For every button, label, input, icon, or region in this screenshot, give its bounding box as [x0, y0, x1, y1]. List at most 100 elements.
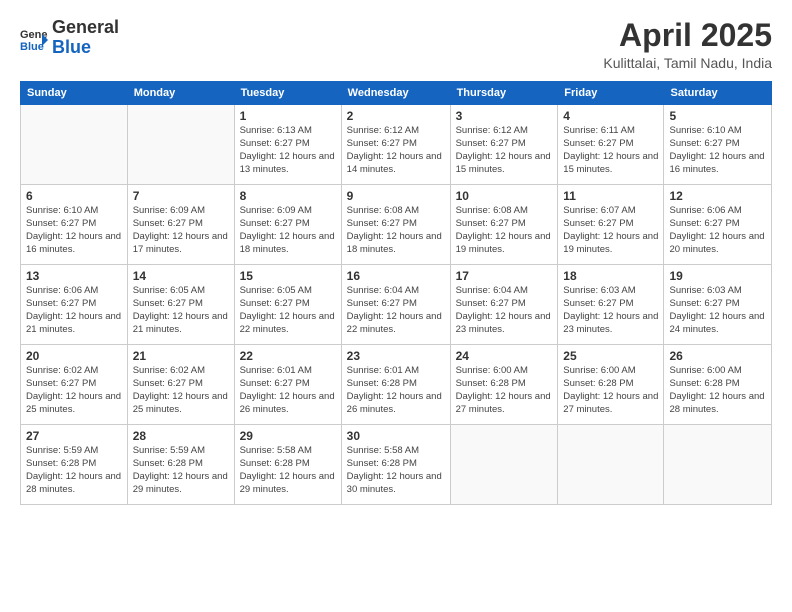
- day-number: 7: [133, 189, 229, 203]
- calendar-cell: 23Sunrise: 6:01 AM Sunset: 6:28 PM Dayli…: [341, 345, 450, 425]
- day-number: 13: [26, 269, 122, 283]
- day-detail: Sunrise: 6:06 AM Sunset: 6:27 PM Dayligh…: [669, 205, 766, 256]
- calendar-cell: 27Sunrise: 5:59 AM Sunset: 6:28 PM Dayli…: [21, 425, 128, 505]
- calendar-week-row: 1Sunrise: 6:13 AM Sunset: 6:27 PM Daylig…: [21, 105, 772, 185]
- calendar-cell: 26Sunrise: 6:00 AM Sunset: 6:28 PM Dayli…: [664, 345, 772, 425]
- logo-blue: Blue: [52, 38, 119, 58]
- day-detail: Sunrise: 6:01 AM Sunset: 6:27 PM Dayligh…: [240, 365, 336, 416]
- calendar-cell: 30 Sunrise: 5:58 AM Sunset: 6:28 PM Dayli…: [341, 425, 450, 505]
- page: General Blue General Blue April 2025 Kul…: [0, 0, 792, 612]
- calendar-cell: 14 Sunrise: 6:05 AM Sunset: 6:27 PM Dayli…: [127, 265, 234, 345]
- day-detail: Sunrise: 6:06 AM Sunset: 6:27 PM Dayligh…: [26, 285, 122, 336]
- calendar-cell: 17 Sunrise: 6:04 AM Sunset: 6:27 PM Dayli…: [450, 265, 558, 345]
- day-detail: Sunrise: 6:07 AM Sunset: 6:27 PM Dayligh…: [563, 205, 658, 256]
- day-detail: Sunrise: 6:11 AM Sunset: 6:27 PM Dayligh…: [563, 125, 658, 176]
- svg-text:Blue: Blue: [20, 41, 44, 52]
- day-detail: Sunrise: 6:03 AM Sunset: 6:27 PM Dayligh…: [669, 285, 766, 336]
- day-number: 28: [133, 429, 229, 443]
- logo: General Blue General Blue: [20, 18, 119, 58]
- day-number: 8: [240, 189, 336, 203]
- day-number: 29: [240, 429, 336, 443]
- day-number: 20: [26, 349, 122, 363]
- logo-text: General Blue: [52, 18, 119, 58]
- calendar-cell: 16Sunrise: 6:04 AM Sunset: 6:27 PM Dayli…: [341, 265, 450, 345]
- month-title: April 2025: [603, 18, 772, 53]
- calendar-cell: 5Sunrise: 6:10 AM Sunset: 6:27 PM Daylig…: [664, 105, 772, 185]
- calendar-cell: 7 Sunrise: 6:09 AM Sunset: 6:27 PM Daylig…: [127, 185, 234, 265]
- day-number: 4: [563, 109, 658, 123]
- header-monday: Monday: [127, 82, 234, 105]
- calendar-cell: 13 Sunrise: 6:06 AM Sunset: 6:27 PM Dayli…: [21, 265, 128, 345]
- day-detail: Sunrise: 5:58 AM Sunset: 6:28 PM Dayligh…: [240, 445, 336, 496]
- calendar-cell: [558, 425, 664, 505]
- day-detail: Sunrise: 6:03 AM Sunset: 6:27 PM Dayligh…: [563, 285, 658, 336]
- calendar-cell: 1Sunrise: 6:13 AM Sunset: 6:27 PM Daylig…: [234, 105, 341, 185]
- header-sunday: Sunday: [21, 82, 128, 105]
- day-detail: Sunrise: 5:59 AM Sunset: 6:28 PM Dayligh…: [133, 445, 229, 496]
- day-number: 9: [347, 189, 445, 203]
- calendar-week-row: 6 Sunrise: 6:10 AM Sunset: 6:27 PM Daylig…: [21, 185, 772, 265]
- logo-icon: General Blue: [20, 24, 48, 52]
- calendar-cell: 19 Sunrise: 6:03 AM Sunset: 6:27 PM Dayli…: [664, 265, 772, 345]
- day-detail: Sunrise: 6:09 AM Sunset: 6:27 PM Dayligh…: [133, 205, 229, 256]
- calendar-cell: 6 Sunrise: 6:10 AM Sunset: 6:27 PM Daylig…: [21, 185, 128, 265]
- header-area: General Blue General Blue April 2025 Kul…: [20, 18, 772, 71]
- day-number: 6: [26, 189, 122, 203]
- day-detail: Sunrise: 6:10 AM Sunset: 6:27 PM Dayligh…: [26, 205, 122, 256]
- calendar-cell: [450, 425, 558, 505]
- calendar-cell: 18 Sunrise: 6:03 AM Sunset: 6:27 PM Dayli…: [558, 265, 664, 345]
- day-detail: Sunrise: 6:02 AM Sunset: 6:27 PM Dayligh…: [133, 365, 229, 416]
- calendar-cell: [21, 105, 128, 185]
- day-number: 14: [133, 269, 229, 283]
- day-detail: Sunrise: 6:12 AM Sunset: 6:27 PM Dayligh…: [347, 125, 445, 176]
- day-number: 11: [563, 189, 658, 203]
- day-number: 12: [669, 189, 766, 203]
- calendar-cell: 20 Sunrise: 6:02 AM Sunset: 6:27 PM Dayli…: [21, 345, 128, 425]
- day-detail: Sunrise: 6:13 AM Sunset: 6:27 PM Dayligh…: [240, 125, 336, 176]
- header-friday: Friday: [558, 82, 664, 105]
- day-number: 17: [456, 269, 553, 283]
- day-number: 10: [456, 189, 553, 203]
- calendar-week-row: 20 Sunrise: 6:02 AM Sunset: 6:27 PM Dayli…: [21, 345, 772, 425]
- day-detail: Sunrise: 6:04 AM Sunset: 6:27 PM Dayligh…: [456, 285, 553, 336]
- calendar-cell: 9Sunrise: 6:08 AM Sunset: 6:27 PM Daylig…: [341, 185, 450, 265]
- day-number: 26: [669, 349, 766, 363]
- day-number: 30: [347, 429, 445, 443]
- calendar-cell: 3 Sunrise: 6:12 AM Sunset: 6:27 PM Daylig…: [450, 105, 558, 185]
- calendar-cell: 29 Sunrise: 5:58 AM Sunset: 6:28 PM Dayli…: [234, 425, 341, 505]
- calendar-cell: 4 Sunrise: 6:11 AM Sunset: 6:27 PM Daylig…: [558, 105, 664, 185]
- calendar-cell: 15Sunrise: 6:05 AM Sunset: 6:27 PM Dayli…: [234, 265, 341, 345]
- day-detail: Sunrise: 6:10 AM Sunset: 6:27 PM Dayligh…: [669, 125, 766, 176]
- day-detail: Sunrise: 6:01 AM Sunset: 6:28 PM Dayligh…: [347, 365, 445, 416]
- day-number: 19: [669, 269, 766, 283]
- calendar-header-row: Sunday Monday Tuesday Wednesday Thursday…: [21, 82, 772, 105]
- day-detail: Sunrise: 6:12 AM Sunset: 6:27 PM Dayligh…: [456, 125, 553, 176]
- day-number: 21: [133, 349, 229, 363]
- day-detail: Sunrise: 6:09 AM Sunset: 6:27 PM Dayligh…: [240, 205, 336, 256]
- calendar-cell: 25Sunrise: 6:00 AM Sunset: 6:28 PM Dayli…: [558, 345, 664, 425]
- calendar-cell: 11 Sunrise: 6:07 AM Sunset: 6:27 PM Dayli…: [558, 185, 664, 265]
- day-number: 3: [456, 109, 553, 123]
- day-number: 27: [26, 429, 122, 443]
- title-area: April 2025 Kulittalai, Tamil Nadu, India: [603, 18, 772, 71]
- calendar-cell: [127, 105, 234, 185]
- calendar-cell: 21 Sunrise: 6:02 AM Sunset: 6:27 PM Dayli…: [127, 345, 234, 425]
- day-number: 24: [456, 349, 553, 363]
- day-detail: Sunrise: 5:58 AM Sunset: 6:28 PM Dayligh…: [347, 445, 445, 496]
- day-detail: Sunrise: 6:00 AM Sunset: 6:28 PM Dayligh…: [563, 365, 658, 416]
- header-wednesday: Wednesday: [341, 82, 450, 105]
- day-number: 15: [240, 269, 336, 283]
- header-thursday: Thursday: [450, 82, 558, 105]
- day-detail: Sunrise: 6:08 AM Sunset: 6:27 PM Dayligh…: [456, 205, 553, 256]
- day-detail: Sunrise: 6:05 AM Sunset: 6:27 PM Dayligh…: [133, 285, 229, 336]
- day-detail: Sunrise: 6:02 AM Sunset: 6:27 PM Dayligh…: [26, 365, 122, 416]
- logo-general: General: [52, 18, 119, 38]
- calendar-cell: 10 Sunrise: 6:08 AM Sunset: 6:27 PM Dayli…: [450, 185, 558, 265]
- calendar-cell: 24Sunrise: 6:00 AM Sunset: 6:28 PM Dayli…: [450, 345, 558, 425]
- day-number: 18: [563, 269, 658, 283]
- calendar-cell: 2Sunrise: 6:12 AM Sunset: 6:27 PM Daylig…: [341, 105, 450, 185]
- day-detail: Sunrise: 6:04 AM Sunset: 6:27 PM Dayligh…: [347, 285, 445, 336]
- header-saturday: Saturday: [664, 82, 772, 105]
- calendar-cell: 8 Sunrise: 6:09 AM Sunset: 6:27 PM Daylig…: [234, 185, 341, 265]
- header-tuesday: Tuesday: [234, 82, 341, 105]
